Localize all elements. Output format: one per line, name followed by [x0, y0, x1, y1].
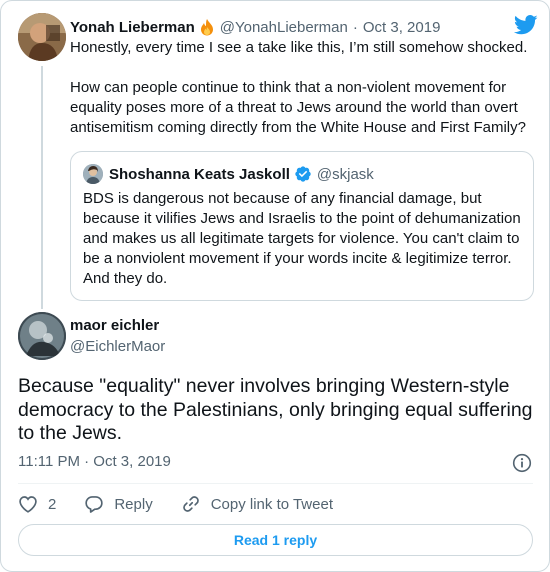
tweet-text: Because "equality" never involves bringi… [18, 375, 533, 444]
avatar-image [18, 312, 66, 360]
quoted-avatar [83, 164, 103, 184]
tweet-date[interactable]: Oct 3, 2019 [363, 19, 441, 36]
like-button[interactable]: 2 [18, 494, 84, 514]
twitter-bird-icon[interactable] [514, 15, 538, 35]
author-name[interactable]: maor eichler [70, 317, 159, 334]
divider [18, 483, 533, 484]
parent-tweet-header: Yonah Lieberman @YonahLieberman · Oct 3,… [70, 16, 540, 38]
tweet-paragraph: How can people continue to think that a … [70, 79, 526, 136]
tweet-actions: 2 Reply Copy link to Tweet [18, 493, 333, 515]
heart-icon [19, 496, 37, 513]
quoted-tweet-header: Shoshanna Keats Jaskoll @skjask [83, 163, 374, 185]
embedded-tweet-card: Yonah Lieberman @YonahLieberman · Oct 3,… [0, 0, 550, 572]
verified-badge-icon [295, 166, 311, 182]
tweet-timestamp[interactable]: 11:11 PM · Oct 3, 2019 [18, 453, 171, 470]
quoted-author-handle: @skjask [316, 165, 374, 183]
copy-link-button[interactable]: Copy link to Tweet [181, 494, 333, 514]
avatar[interactable] [18, 13, 66, 61]
avatar[interactable] [18, 312, 66, 360]
quoted-tweet[interactable]: Shoshanna Keats Jaskoll @skjask BDS is d… [70, 151, 534, 301]
quoted-tweet-text: BDS is dangerous not because of any fina… [83, 190, 521, 287]
tweet-paragraph: Honestly, every time I see a take like t… [70, 39, 528, 56]
fire-emoji-icon [200, 19, 213, 36]
like-count: 2 [48, 495, 57, 513]
read-replies-button[interactable]: Read 1 reply [18, 524, 533, 556]
parent-tweet-text: Honestly, every time I see a take like t… [70, 38, 540, 138]
quoted-author-name: Shoshanna Keats Jaskoll [109, 165, 290, 183]
copy-link-label: Copy link to Tweet [210, 495, 333, 513]
link-icon [182, 496, 199, 512]
author-handle[interactable]: @EichlerMaor [70, 338, 165, 355]
quoted-avatar-image [83, 164, 103, 184]
author-handle[interactable]: @YonahLieberman [220, 19, 348, 36]
author-name[interactable]: Yonah Lieberman [70, 19, 195, 36]
info-icon[interactable] [512, 453, 532, 473]
reply-button[interactable]: Reply [84, 494, 180, 514]
thread-connector-line [41, 66, 43, 309]
reply-label: Reply [114, 495, 153, 513]
separator-dot: · [352, 18, 358, 36]
avatar-image [18, 13, 66, 61]
reply-bubble-icon [85, 496, 104, 513]
